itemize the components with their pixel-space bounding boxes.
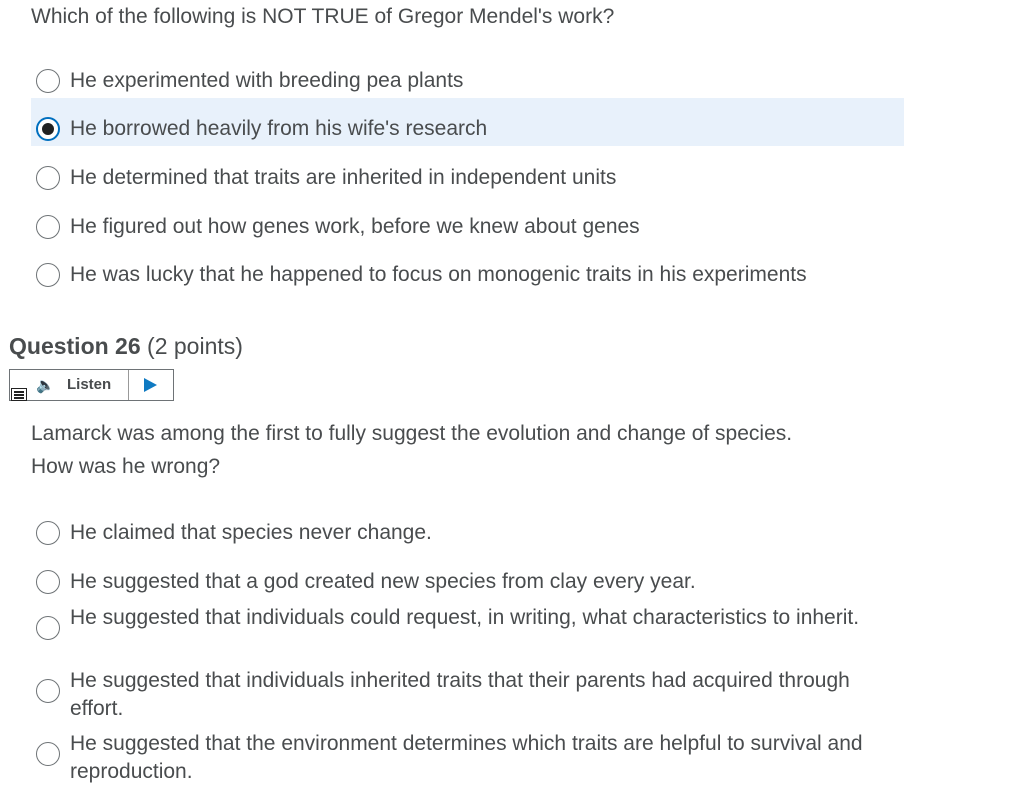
answer-option-selected[interactable]: He borrowed heavily from his wife's rese…: [31, 98, 904, 146]
answer-label: He suggested that individuals could requ…: [70, 606, 860, 629]
question-prompt: Lamarck was among the first to fully sug…: [31, 417, 792, 483]
answer-option[interactable]: He figured out how genes work, before we…: [31, 203, 904, 251]
radio-button[interactable]: [36, 521, 60, 545]
radio-button[interactable]: [36, 616, 60, 640]
answer-option[interactable]: He suggested that a god created new spec…: [31, 558, 904, 606]
play-icon[interactable]: [144, 378, 157, 392]
answer-label: He suggested that the environment determ…: [70, 732, 863, 783]
answer-label: He suggested that a god created new spec…: [70, 570, 696, 593]
answer-label: He experimented with breeding pea plants: [70, 69, 464, 92]
answer-option[interactable]: He suggested that the environment determ…: [31, 729, 904, 785]
radio-button-selected[interactable]: [36, 117, 60, 141]
answer-label: He suggested that individuals inherited …: [70, 669, 850, 720]
question-number: Question 26: [9, 333, 141, 359]
listen-label[interactable]: Listen: [67, 376, 111, 393]
question-prompt-line: How was he wrong?: [31, 455, 221, 478]
answer-label: He determined that traits are inherited …: [70, 166, 617, 189]
answer-option[interactable]: He claimed that species never change.: [31, 509, 904, 557]
listen-widget[interactable]: 🔈 Listen: [9, 369, 174, 401]
radio-button[interactable]: [36, 215, 60, 239]
answer-option[interactable]: He suggested that individuals inherited …: [31, 666, 904, 722]
speaker-icon: 🔈: [36, 377, 55, 394]
radio-button[interactable]: [36, 69, 60, 93]
divider: [128, 370, 129, 400]
radio-button[interactable]: [36, 679, 60, 703]
menu-icon[interactable]: [11, 388, 27, 401]
question-prompt: Which of the following is NOT TRUE of Gr…: [31, 5, 615, 28]
answer-label: He borrowed heavily from his wife's rese…: [70, 117, 488, 140]
radio-button[interactable]: [36, 570, 60, 594]
question-prompt-line: Lamarck was among the first to fully sug…: [31, 422, 793, 445]
answer-label: He was lucky that he happened to focus o…: [70, 263, 807, 286]
answer-label: He claimed that species never change.: [70, 521, 432, 544]
question-heading: Question 26 (2 points): [9, 330, 243, 362]
radio-button[interactable]: [36, 166, 60, 190]
answer-option[interactable]: He was lucky that he happened to focus o…: [31, 251, 904, 299]
answer-option[interactable]: He suggested that individuals could requ…: [31, 603, 904, 659]
answer-label: He figured out how genes work, before we…: [70, 215, 640, 238]
radio-button[interactable]: [36, 742, 60, 766]
radio-button[interactable]: [36, 263, 60, 287]
answer-option[interactable]: He determined that traits are inherited …: [31, 154, 904, 202]
question-points: (2 points): [140, 333, 243, 359]
